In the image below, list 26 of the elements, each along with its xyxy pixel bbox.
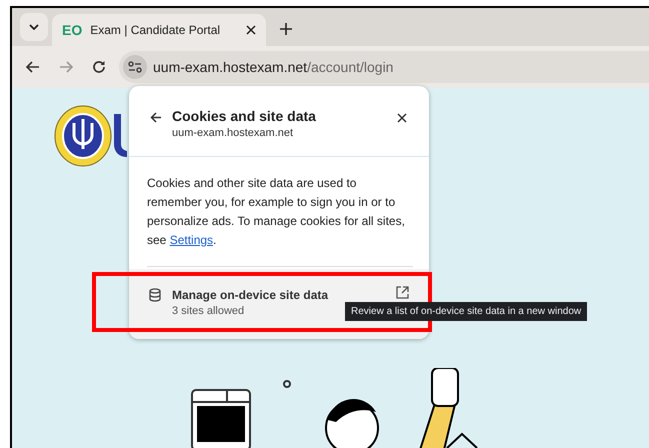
- address-bar[interactable]: uum-exam.hostexam.net/account/login: [119, 51, 649, 83]
- tab-list-button[interactable]: [20, 13, 48, 41]
- database-icon: [149, 288, 161, 302]
- tune-icon: [128, 61, 142, 73]
- site-settings-button[interactable]: [123, 55, 147, 79]
- reload-icon[interactable]: [92, 60, 106, 74]
- popup-site: uum-exam.hostexam.net: [172, 127, 294, 139]
- seal-icon: [54, 105, 112, 167]
- tooltip: Review a list of on-device site data in a new window: [345, 302, 588, 321]
- favicon: EO: [62, 22, 82, 38]
- popup-description: Cookies and other site data are used to remember you, for example to sign you in or to personalize ads. To manage cookies for all sites, see Settings.: [147, 174, 413, 267]
- popup-title: Cookies and site data: [172, 108, 317, 124]
- back-icon[interactable]: [150, 112, 162, 123]
- tab-title: Exam | Candidate Portal: [90, 23, 222, 37]
- back-icon[interactable]: [26, 61, 40, 73]
- close-icon[interactable]: [246, 25, 256, 35]
- logo-mark-drawing: [113, 114, 127, 158]
- row-title: Manage on-device site data: [172, 288, 328, 302]
- url-text: uum-exam.hostexam.net/account/login: [153, 59, 394, 75]
- new-tab-icon[interactable]: [280, 23, 292, 35]
- chevron-down-icon: [29, 24, 39, 30]
- settings-link[interactable]: Settings: [170, 233, 214, 247]
- close-icon[interactable]: [397, 113, 407, 123]
- browser-tab[interactable]: EO Exam | Candidate Portal: [52, 14, 266, 46]
- external-link-icon[interactable]: [396, 286, 409, 299]
- row-subtitle: 3 sites allowed: [172, 305, 244, 317]
